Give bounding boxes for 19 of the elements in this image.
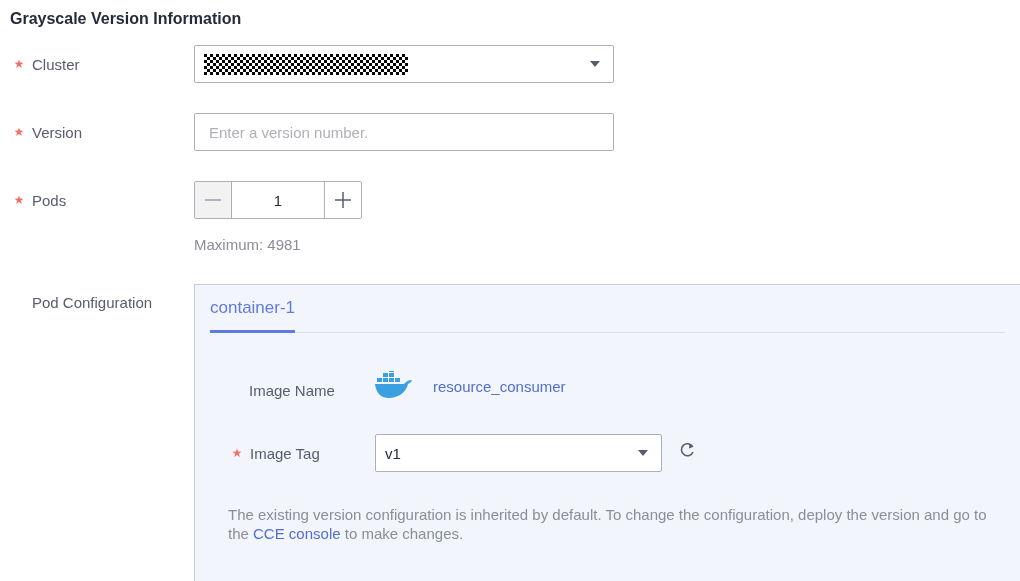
field-label: Version: [32, 123, 83, 141]
field-label: Pod Configuration: [32, 294, 153, 311]
hint-text: Maximum: 4981: [194, 236, 302, 254]
field-label: Pods: [32, 191, 67, 209]
caret-icon: [638, 450, 648, 456]
cluster-dropdown[interactable]: [194, 45, 614, 83]
field-label: Image Tag: [250, 444, 320, 462]
container-tab[interactable]: container-1: [210, 298, 296, 333]
caret-icon: [590, 61, 600, 67]
section-title: Grayscale Version Information: [10, 9, 243, 29]
console-link[interactable]: CCE console: [253, 525, 341, 542]
refresh-icon[interactable]: [680, 442, 696, 458]
field-label: Cluster: [32, 55, 80, 73]
version-field[interactable]: Enter a version number.: [194, 113, 614, 151]
image-name-link[interactable]: resource_consumer: [433, 377, 566, 395]
image-tag-dropdown[interactable]: v1: [375, 434, 662, 472]
field-label: Image Name: [249, 381, 336, 399]
whale-icon: [375, 371, 413, 401]
note-text: The existing version configuration is inherited by default. To change the configuration, deploy the version and go to the CCE console to make changes.: [228, 505, 988, 543]
